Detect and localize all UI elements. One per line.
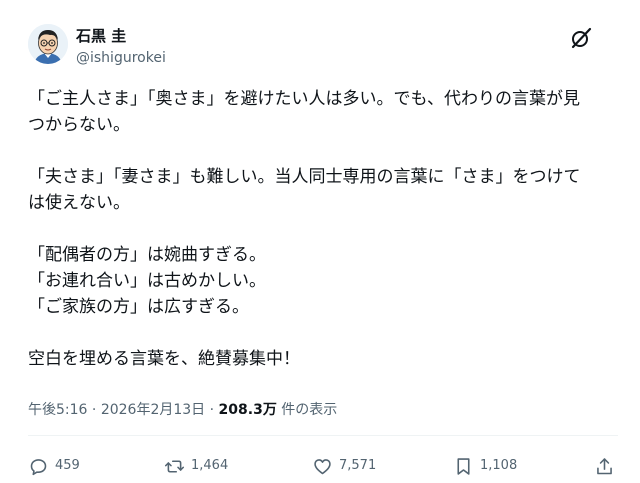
- retweet-button[interactable]: 1,464: [164, 455, 228, 477]
- post-date[interactable]: 2026年2月13日: [101, 402, 205, 418]
- avatar[interactable]: [28, 24, 68, 64]
- post-line: 「お連れ合い」は古めかしい。: [28, 271, 266, 291]
- author-handle[interactable]: @ishigurokei: [76, 49, 166, 67]
- post-line: つからない。: [28, 115, 130, 135]
- paragraph-4: 空白を埋める言葉を、絶賛募集中！: [28, 346, 618, 372]
- post-line: 「配偶者の方」は婉曲すぎる。: [28, 245, 266, 265]
- post-time[interactable]: 午後5:16: [28, 402, 87, 418]
- bookmark-button[interactable]: 1,108: [453, 455, 517, 477]
- x-logo-shape: [571, 27, 592, 49]
- reply-button[interactable]: 459: [28, 455, 80, 477]
- like-count: 7,571: [339, 458, 377, 473]
- heart-icon: [314, 458, 331, 474]
- paragraph-2: 「夫さま」「妻さま」も難しい。当人同士専用の言葉に「さま」をつけて は使えない。: [28, 164, 618, 216]
- divider: [28, 435, 618, 436]
- author-name[interactable]: 石黒 圭: [76, 26, 126, 46]
- views-suffix: 件の表示: [276, 402, 338, 418]
- post-line: は使えない。: [28, 193, 130, 213]
- views-count: 208.3万: [218, 402, 277, 418]
- bookmark-icon: [457, 457, 470, 475]
- like-button[interactable]: 7,571: [312, 455, 376, 477]
- retweet-count: 1,464: [191, 458, 229, 473]
- bookmark-count: 1,108: [480, 458, 518, 473]
- paragraph-1: 「ご主人さま」「奥さま」を避けたい人は多い。でも、代わりの言葉が見 つからない。: [28, 86, 618, 138]
- meta-separator: ·: [205, 402, 219, 418]
- post-text: 「ご主人さま」「奥さま」を避けたい人は多い。でも、代わりの言葉が見 つからない。…: [28, 86, 618, 372]
- post-line: 空白を埋める言葉を、絶賛募集中！: [28, 349, 300, 369]
- x-logo-icon[interactable]: [570, 26, 594, 50]
- post-line: 「ご主人さま」「奥さま」を避けたい人は多い。でも、代わりの言葉が見: [28, 89, 580, 109]
- post-line: 「夫さま」「妻さま」も難しい。当人同士専用の言葉に「さま」をつけて: [28, 167, 581, 187]
- meta-separator: ·: [87, 402, 101, 418]
- paragraph-3: 「配偶者の方」は婉曲すぎる。 「お連れ合い」は古めかしい。 「ご家族の方」は広す…: [28, 242, 618, 320]
- share-button[interactable]: [594, 455, 615, 477]
- retweet-arrows-icon: [164, 459, 185, 473]
- post-meta: 午後5:16 · 2026年2月13日 · 208.3万 件の表示: [28, 400, 337, 420]
- post-line: 「ご家族の方」は広すぎる。: [28, 297, 249, 317]
- avatar-illustration: [28, 24, 68, 64]
- speech-bubble-icon: [30, 458, 47, 475]
- tweet-card: 石黒 圭 @ishigurokei 「ご主人さま」「奥さま」を避けたい人は多い。…: [0, 0, 640, 483]
- share-upload-icon: [597, 457, 612, 474]
- reply-count: 459: [55, 458, 80, 473]
